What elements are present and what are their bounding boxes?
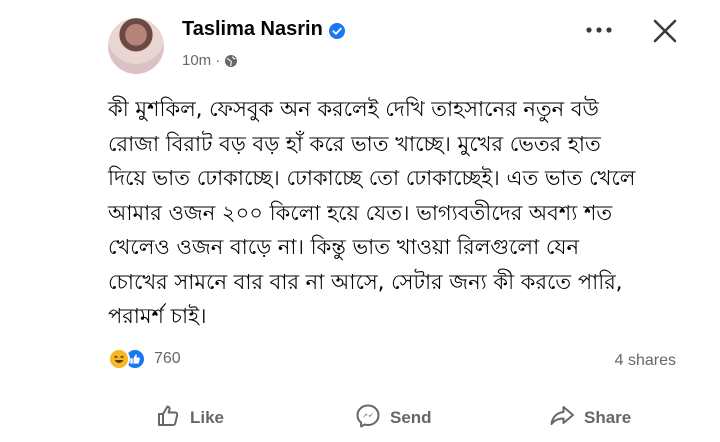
messenger-icon <box>354 402 382 435</box>
like-label: Like <box>190 408 225 427</box>
post-text-line: পরামর্শ চাই। <box>108 304 207 328</box>
post-actions-bar: Like Send Share <box>108 398 694 438</box>
thumbs-up-icon <box>154 402 182 435</box>
verified-badge-icon <box>328 22 345 39</box>
share-count[interactable]: 4 shares <box>615 352 676 370</box>
share-label: Share <box>584 408 632 427</box>
haha-reaction-icon <box>108 348 130 370</box>
author-name[interactable]: Taslima Nasrin <box>182 18 323 41</box>
post-text-line: খেলেও ওজন বাড়ে না। কিন্তু ভাত খাওয়া রি… <box>108 235 579 259</box>
close-icon[interactable] <box>648 14 682 48</box>
like-button[interactable]: Like <box>154 398 224 438</box>
post-text-line: রোজা বিরাট বড় বড় হাঁ করে ভাত খাচ্ছে। ম… <box>108 131 601 156</box>
reaction-summary[interactable]: 760 <box>108 348 181 370</box>
reaction-count: 760 <box>154 350 181 367</box>
author-avatar[interactable] <box>108 18 164 74</box>
post-header-author: Taslima Nasrin <box>182 18 345 41</box>
post-text-line: আমার ওজন ২০০ কিলো হয়ে যেত। ভাগ্যবতীদের … <box>108 200 613 225</box>
post-body-text: কী মুশকিল, ফেসবুক অন করলেই দেখি তাহসানের… <box>108 92 694 334</box>
share-button[interactable]: Share <box>548 398 631 438</box>
share-arrow-icon <box>548 402 576 435</box>
more-options-icon[interactable] <box>584 18 614 44</box>
post-text-line: দিয়ে ভাত ঢোকাচ্ছে। ঢোকাচ্ছে তো ঢোকাচ্ছে… <box>108 166 636 190</box>
separator-dot: · <box>215 52 221 69</box>
post-timestamp[interactable]: 10m <box>182 52 211 69</box>
post-text-line: চোখের সামনে বার বার না আসে, সেটার জন্য ক… <box>108 269 623 294</box>
globe-icon[interactable] <box>224 54 238 68</box>
send-button[interactable]: Send <box>354 398 432 438</box>
send-label: Send <box>390 408 432 427</box>
post-text-line: কী মুশকিল, ফেসবুক অন করলেই দেখি তাহসানের… <box>108 97 599 121</box>
post-meta: 10m · <box>182 52 238 69</box>
